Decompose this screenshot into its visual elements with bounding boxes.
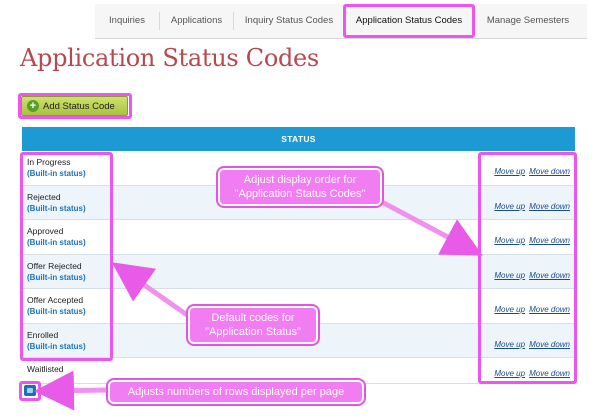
arrow-to-pager [34,370,109,411]
callout-display-order: Adjust display order for "Application St… [218,168,382,206]
callout-rows-per-page: Adjusts numbers of rows displayed per pa… [108,380,364,404]
arrow-to-move-links [378,198,483,256]
arrow-to-default-codes [111,262,192,320]
annotation-arrows [34,198,483,411]
callout-default-codes: Default codes for "Application Status" [188,306,318,344]
